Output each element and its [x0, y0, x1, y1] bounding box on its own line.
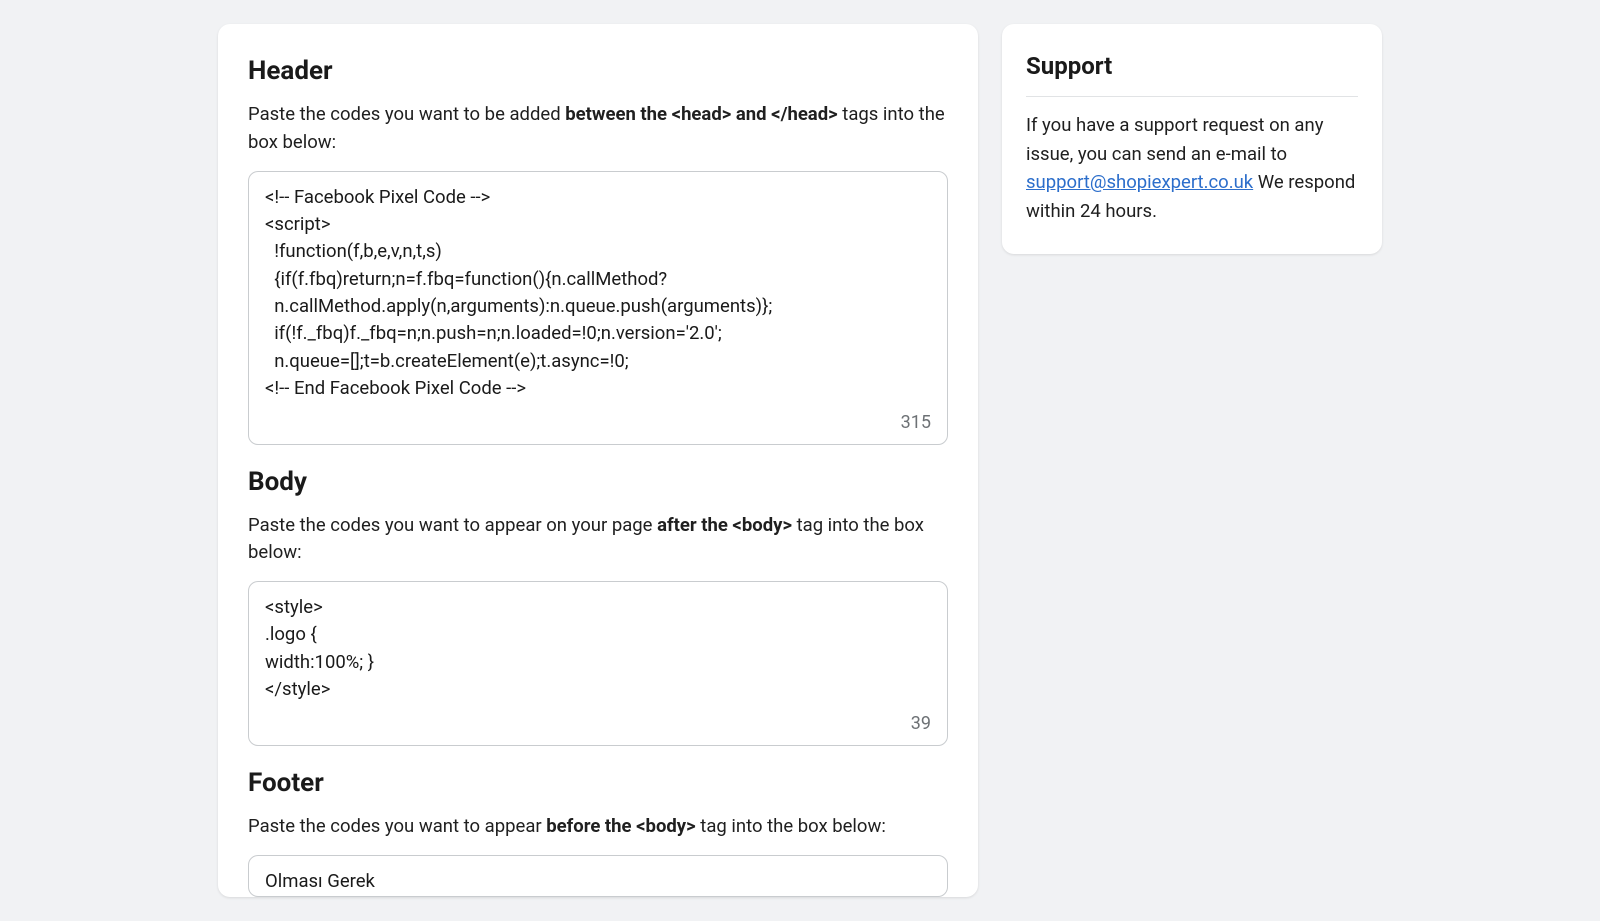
support-text-before: If you have a support request on any iss… [1026, 114, 1323, 165]
footer-section-description: Paste the codes you want to appear befor… [248, 813, 948, 841]
main-settings-card: Header Paste the codes you want to be ad… [218, 24, 978, 897]
footer-code-input[interactable] [265, 868, 931, 896]
body-char-count: 39 [265, 704, 931, 737]
footer-desc-before: Paste the codes you want to appear [248, 815, 546, 837]
support-email-link[interactable]: support@shopiexpert.co.uk [1026, 171, 1253, 193]
body-section-title: Body [248, 463, 948, 502]
body-desc-before: Paste the codes you want to appear on yo… [248, 514, 657, 536]
header-section-title: Header [248, 52, 948, 91]
body-section-description: Paste the codes you want to appear on yo… [248, 512, 948, 568]
header-desc-bold: between the <head> and </head> [565, 103, 837, 125]
support-title: Support [1026, 48, 1358, 84]
body-desc-bold: after the <body> [657, 514, 792, 536]
header-code-input[interactable] [265, 184, 931, 403]
footer-code-box [248, 855, 948, 897]
header-code-box: 315 [248, 171, 948, 445]
body-code-box: 39 [248, 581, 948, 746]
footer-desc-after: tag into the box below: [696, 815, 886, 837]
support-text: If you have a support request on any iss… [1026, 111, 1358, 226]
support-divider [1026, 96, 1358, 97]
footer-desc-bold: before the <body> [546, 815, 695, 837]
footer-section-title: Footer [248, 764, 948, 803]
header-desc-before: Paste the codes you want to be added [248, 103, 565, 125]
support-card: Support If you have a support request on… [1002, 24, 1382, 254]
header-section-description: Paste the codes you want to be added bet… [248, 101, 948, 157]
body-code-input[interactable] [265, 594, 931, 704]
header-char-count: 315 [265, 403, 931, 436]
